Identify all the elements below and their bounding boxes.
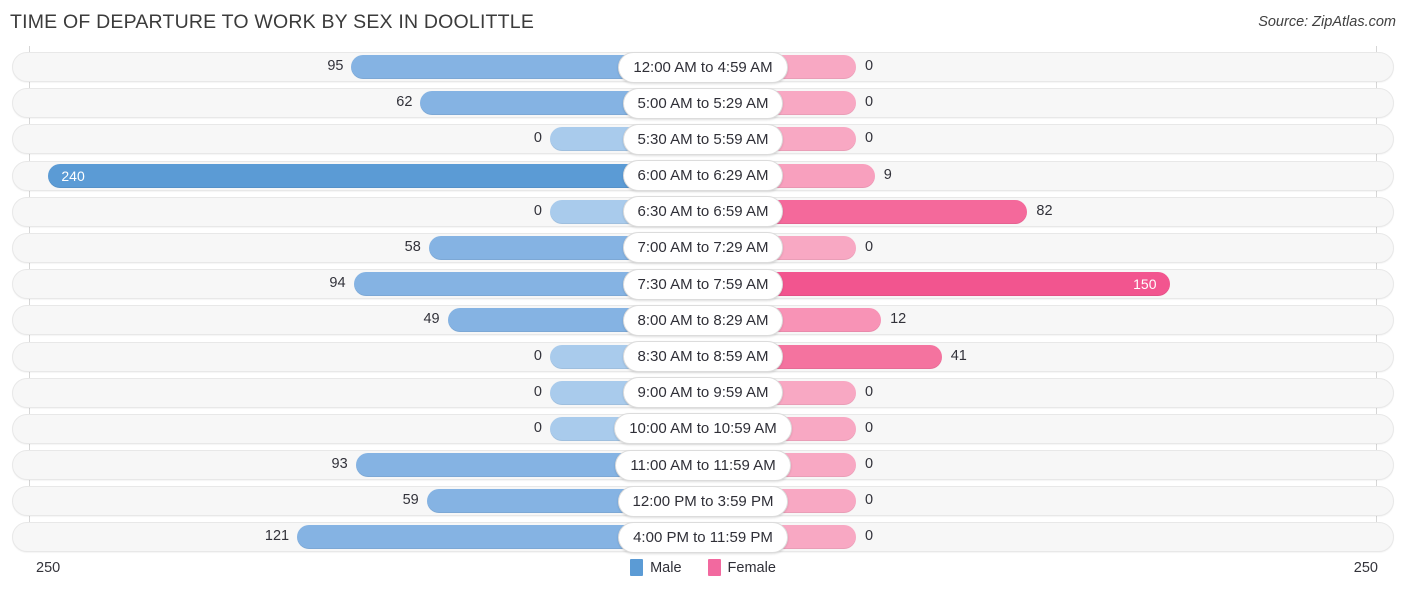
male-value-label: 0: [533, 130, 542, 147]
table-row: 0 0 10:00 AM to 10:59 AM: [0, 413, 1406, 449]
category-label-pill: 9:00 AM to 9:59 AM: [622, 377, 784, 409]
category-label-pill: 4:00 PM to 11:59 PM: [618, 521, 788, 553]
category-label-pill: 7:30 AM to 7:59 AM: [622, 268, 784, 300]
female-value-label: 0: [865, 58, 874, 74]
female-value-label: 0: [865, 130, 874, 147]
male-value-label: 0: [533, 383, 542, 400]
chart-header: TIME OF DEPARTURE TO WORK BY SEX IN DOOL…: [0, 0, 1406, 46]
legend-label: Female: [727, 559, 776, 576]
chart-root: TIME OF DEPARTURE TO WORK BY SEX IN DOOL…: [0, 0, 1406, 595]
source-attribution: Source: ZipAtlas.com: [1258, 14, 1396, 30]
female-value-label: 12: [890, 311, 907, 328]
page-title: TIME OF DEPARTURE TO WORK BY SEX IN DOOL…: [10, 11, 535, 33]
male-value-label: 49: [423, 311, 440, 328]
bar-rows: 95 0 12:00 AM to 4:59 AM 62 0 5:00 AM to 5:29…: [0, 51, 1406, 558]
male-value-label: 93: [331, 456, 348, 473]
male-value-label: 121: [264, 528, 290, 545]
female-value-label: 0: [865, 528, 874, 545]
male-value-label: 95: [327, 58, 344, 74]
male-value-label: 0: [533, 347, 542, 364]
legend-swatch-male-icon: [630, 559, 644, 576]
legend-label: Male: [650, 559, 682, 576]
female-value-label: 0: [865, 94, 874, 111]
table-row: 59 0 12:00 PM to 3:59 PM: [0, 485, 1406, 521]
female-value-label: 0: [865, 492, 874, 509]
chart-footer: 250 250 Male Female: [0, 551, 1406, 595]
category-label-pill: 6:30 AM to 6:59 AM: [622, 196, 784, 228]
female-value-label: 41: [950, 347, 967, 364]
table-row: 240 9 6:00 AM to 6:29 AM: [0, 160, 1406, 196]
legend: Male Female: [0, 559, 1406, 576]
table-row: 93 0 11:00 AM to 11:59 AM: [0, 449, 1406, 485]
category-label-pill: 5:00 AM to 5:29 AM: [622, 87, 784, 119]
legend-item-female[interactable]: Female: [707, 559, 776, 576]
category-label-pill: 7:00 AM to 7:29 AM: [622, 232, 784, 264]
category-label-pill: 6:00 AM to 6:29 AM: [622, 160, 784, 192]
male-value-label: 0: [533, 202, 542, 219]
female-value-label: 0: [865, 383, 874, 400]
female-value-label: 0: [865, 238, 874, 255]
table-row: 58 0 7:00 AM to 7:29 AM: [0, 232, 1406, 268]
male-bar[interactable]: 240: [48, 163, 703, 188]
category-label-pill: 8:00 AM to 8:29 AM: [622, 304, 784, 336]
table-row: 62 0 5:00 AM to 5:29 AM: [0, 87, 1406, 123]
category-label-pill: 10:00 AM to 10:59 AM: [614, 413, 792, 445]
legend-swatch-female-icon: [707, 559, 721, 576]
male-value-label: 0: [533, 419, 542, 436]
male-value-label: 59: [402, 492, 419, 509]
female-value-label: 0: [865, 456, 874, 473]
male-value-label: 94: [329, 275, 346, 292]
male-value-label: 58: [404, 238, 421, 255]
female-value-label: 150: [1133, 276, 1157, 293]
female-value-label: 9: [883, 166, 892, 183]
category-label-pill: 11:00 AM to 11:59 AM: [615, 449, 791, 481]
table-row: 95 0 12:00 AM to 4:59 AM: [0, 51, 1406, 87]
male-value-label: 62: [396, 94, 413, 111]
female-value-label: 0: [865, 419, 874, 436]
legend-item-male[interactable]: Male: [630, 559, 682, 576]
category-label-pill: 8:30 AM to 8:59 AM: [622, 341, 784, 372]
table-row: 0 41 8:30 AM to 8:59 AM: [0, 341, 1406, 377]
table-row: 0 0 9:00 AM to 9:59 AM: [0, 377, 1406, 413]
table-row: 94 150 7:30 AM to 7:59 AM: [0, 268, 1406, 304]
plot-area: 95 0 12:00 AM to 4:59 AM 62 0 5:00 AM to 5:29…: [0, 46, 1406, 553]
female-value-label: 82: [1036, 202, 1053, 219]
table-row: 0 82 6:30 AM to 6:59 AM: [0, 196, 1406, 232]
table-row: 0 0 5:30 AM to 5:59 AM: [0, 123, 1406, 159]
category-label-pill: 5:30 AM to 5:59 AM: [622, 123, 784, 155]
category-label-pill: 12:00 AM to 4:59 AM: [618, 51, 788, 83]
male-value-label: 240: [61, 167, 85, 184]
table-row: 49 12 8:00 AM to 8:29 AM: [0, 304, 1406, 340]
category-label-pill: 12:00 PM to 3:59 PM: [617, 485, 789, 517]
